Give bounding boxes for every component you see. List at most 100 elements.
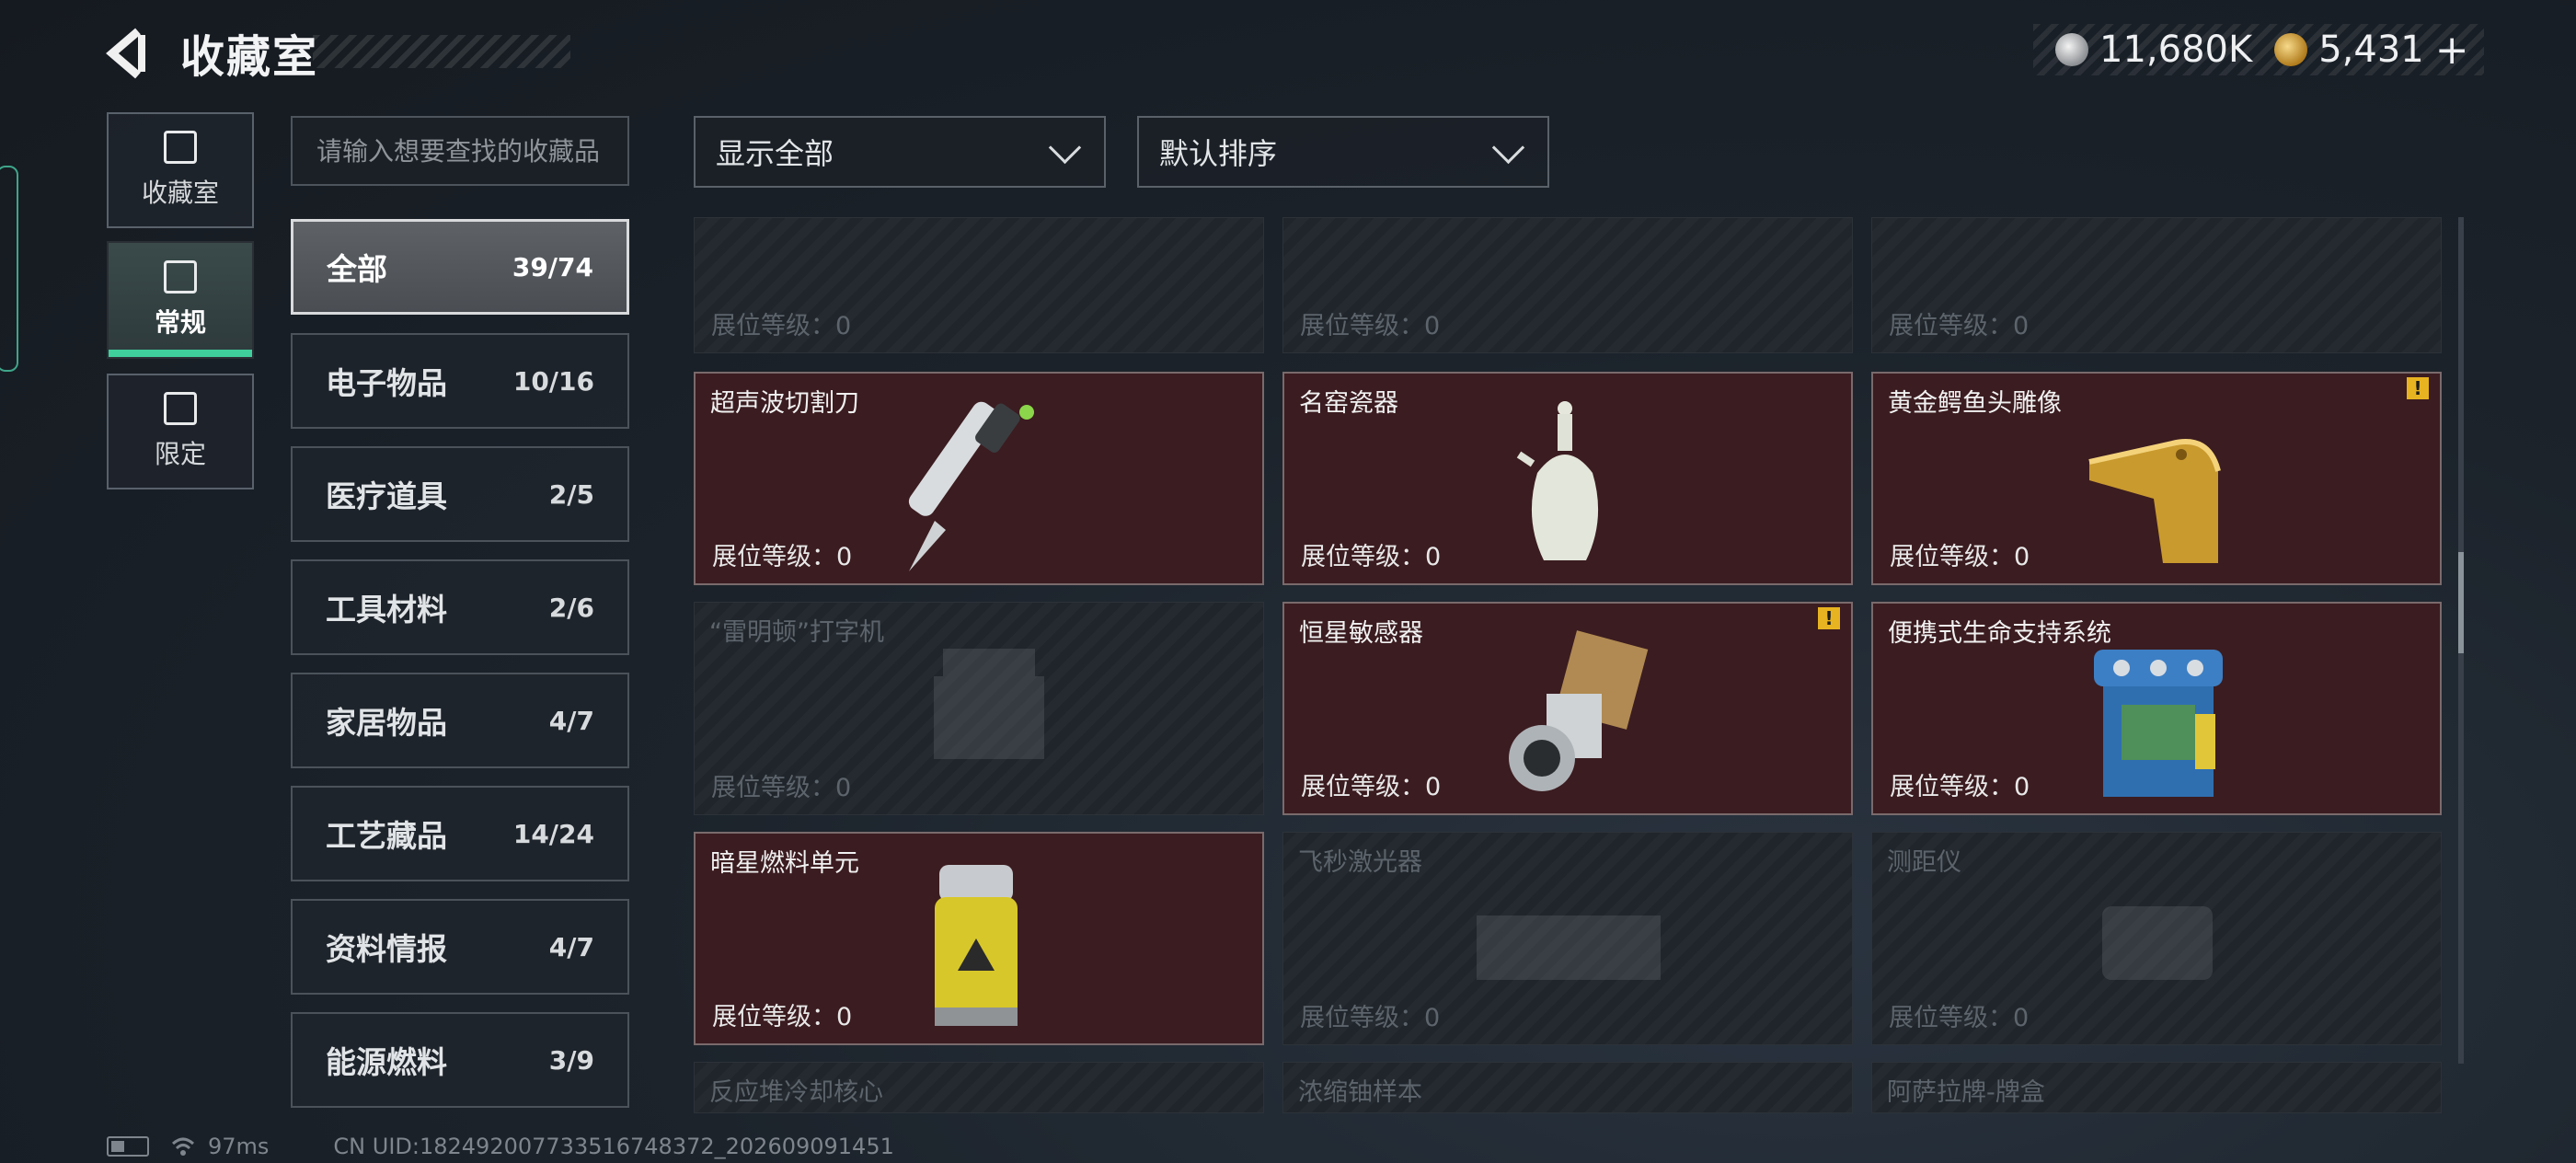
item-card[interactable]: 展位等级：0 [694,217,1264,353]
title-decoration [313,35,570,68]
side-handle[interactable] [0,166,18,372]
search-input[interactable] [291,116,629,186]
category-count: 3/9 [548,1044,594,1076]
gold-amount: 5,431 [2318,29,2424,71]
item-name: 超声波切割刀 [710,389,859,418]
item-card-ultrasonic-knife[interactable]: 超声波切割刀 展位等级：0 [694,372,1264,585]
tab-regular[interactable]: 常规 [107,241,254,359]
back-button[interactable] [101,26,156,81]
item-name: 阿萨拉牌-牌盒 [1887,1078,2045,1107]
level-text: 展位等级：0 [1889,312,2030,340]
level-text: 展位等级：0 [1301,773,1442,801]
porcelain-vase-icon [1516,401,1599,560]
rangefinder-icon [2102,906,2213,980]
item-card-golden-crocodile[interactable]: 黄金鳄鱼头雕像 ! 展位等级：0 [1871,372,2442,585]
category-crafts[interactable]: 工艺藏品 14/24 [291,786,629,881]
level-text: 展位等级：0 [1300,1004,1441,1032]
category-energy[interactable]: 能源燃料 3/9 [291,1012,629,1108]
golden-crocodile-icon [2088,439,2221,563]
active-tab-indicator [109,350,252,357]
category-name: 工具材料 [326,592,447,628]
item-card-uranium[interactable]: 浓缩铀样本 [1282,1062,1853,1113]
category-electronics[interactable]: 电子物品 10/16 [291,333,629,429]
category-count: 10/16 [512,365,594,397]
level-text: 展位等级：0 [1889,1004,2030,1032]
filter-value: 显示全部 [716,136,834,171]
category-name: 工艺藏品 [326,818,447,854]
page-title: 收藏室 [180,31,319,83]
item-grid: 展位等级：0 展位等级：0 展位等级：0 超声波切割刀 展位等级：0 名窑瓷器 … [694,217,2442,1113]
filter-dropdown[interactable]: 显示全部 [694,116,1106,188]
ping-text: 97ms [208,1134,270,1159]
item-card-typewriter[interactable]: “雷明顿”打字机 展位等级：0 [694,602,1264,815]
category-count: 4/7 [548,931,594,962]
item-card[interactable]: 展位等级：0 [1871,217,2442,353]
tab-collection-room[interactable]: 收藏室 [107,112,254,228]
category-all[interactable]: 全部 39/74 [291,219,629,315]
tab-label: 限定 [154,439,206,469]
ultrasonic-knife-icon [908,401,1034,571]
chevron-down-icon [1491,131,1525,164]
item-name: “雷明顿”打字机 [709,618,884,647]
silver-amount: 11,680K [2099,29,2253,71]
item-name: 反应堆冷却核心 [709,1078,883,1107]
item-card-rangefinder[interactable]: 测距仪 展位等级：0 [1871,832,2442,1045]
level-text: 展位等级：0 [712,1003,853,1031]
item-name: 浓缩铀样本 [1298,1078,1422,1107]
limited-icon [164,392,197,425]
fuel-cell-icon [935,865,1018,1026]
item-card-card-box[interactable]: 阿萨拉牌-牌盒 [1871,1062,2442,1113]
regular-icon [164,260,197,294]
level-text: 展位等级：0 [1890,773,2030,801]
back-arrow-icon [106,28,145,79]
alert-badge: ! [1818,607,1840,629]
tab-limited[interactable]: 限定 [107,374,254,489]
category-count: 4/7 [548,705,594,736]
item-card-porcelain[interactable]: 名窑瓷器 展位等级：0 [1282,372,1853,585]
category-count: 14/24 [512,818,594,849]
category-name: 能源燃料 [326,1044,447,1080]
item-card-fuel-cell[interactable]: 暗星燃料单元 展位等级：0 [694,832,1264,1045]
category-medical[interactable]: 医疗道具 2/5 [291,446,629,542]
category-household[interactable]: 家居物品 4/7 [291,673,629,768]
uid-text: CN UID:18249200773351674837​2_2026090914… [333,1134,894,1159]
item-name: 黄金鳄鱼头雕像 [1888,389,2062,418]
life-support-icon [2094,650,2223,797]
item-card-star-sensor[interactable]: 恒星敏感器 ! 展位等级：0 [1282,602,1853,815]
sort-dropdown[interactable]: 默认排序 [1137,116,1549,188]
add-currency-button[interactable]: + [2435,27,2469,74]
category-tools[interactable]: 工具材料 2/6 [291,559,629,655]
alert-badge: ! [2407,377,2429,399]
item-name: 恒星敏感器 [1299,619,1423,648]
currency-bar: 11,680K 5,431 + [2033,24,2484,75]
tab-label: 收藏室 [141,178,219,208]
silver-coin-icon [2055,33,2088,66]
category-count: 39/74 [512,251,593,282]
category-intel[interactable]: 资料情报 4/7 [291,899,629,995]
item-card-reactor-core[interactable]: 反应堆冷却核心 [694,1062,1264,1113]
level-text: 展位等级：0 [1300,312,1441,340]
item-name: 飞秒激光器 [1298,848,1422,877]
scrollbar-thumb[interactable] [2458,552,2464,653]
category-name: 电子物品 [326,365,447,401]
wifi-icon [171,1137,195,1156]
item-name: 名窑瓷器 [1299,389,1398,418]
typewriter-icon [934,649,1044,759]
level-text: 展位等级：0 [1301,543,1442,571]
gold-coin-icon [2274,33,2308,66]
category-name: 资料情报 [326,931,447,967]
item-card[interactable]: 展位等级：0 [1282,217,1853,353]
category-name: 家居物品 [326,705,447,741]
collection-room-icon [164,131,197,164]
category-name: 医疗道具 [326,478,447,514]
item-name: 便携式生命支持系统 [1888,619,2111,648]
item-card-laser[interactable]: 飞秒激光器 展位等级：0 [1282,832,1853,1045]
chevron-down-icon [1048,131,1082,164]
category-count: 2/5 [548,478,594,510]
item-card-life-support[interactable]: 便携式生命支持系统 展位等级：0 [1871,602,2442,815]
star-sensor-icon [1509,630,1649,791]
item-name: 测距仪 [1887,848,1961,877]
laser-icon [1477,915,1661,980]
level-text: 展位等级：0 [1890,543,2030,571]
level-text: 展位等级：0 [711,312,852,340]
